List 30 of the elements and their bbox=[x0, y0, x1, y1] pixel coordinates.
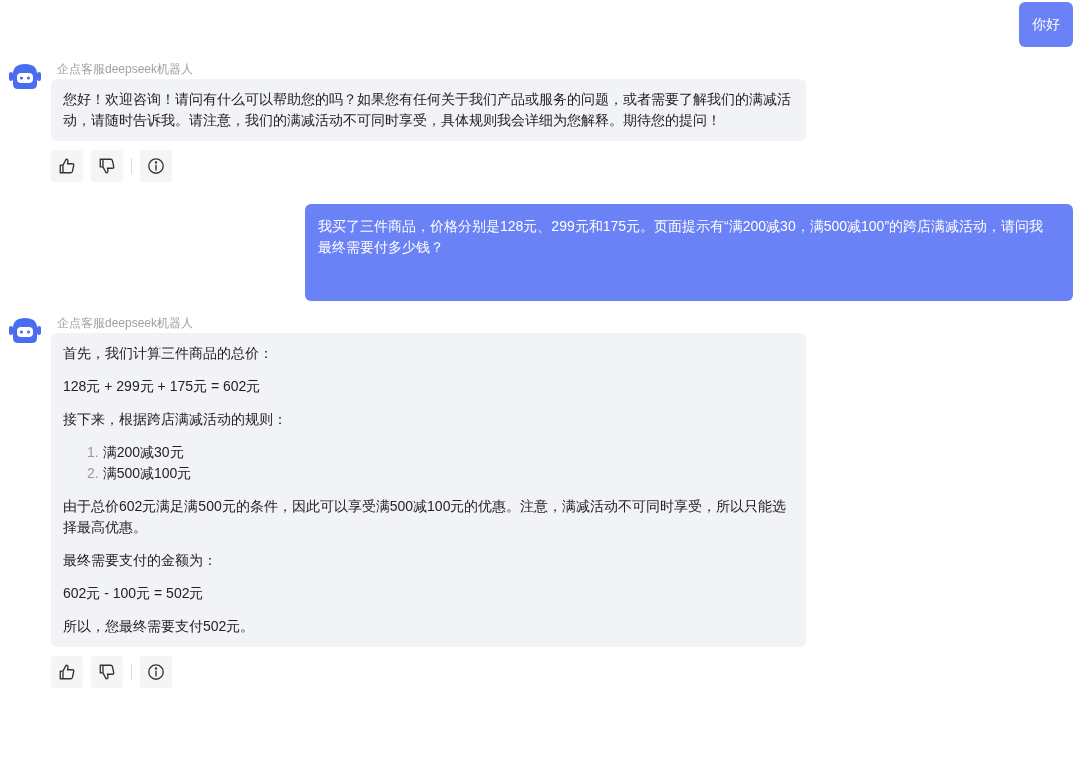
info-icon bbox=[147, 157, 165, 175]
message-paragraph: 最终需要支付的金额为： bbox=[63, 551, 218, 570]
message-paragraph: 128元 + 299元 + 175元 = 602元 bbox=[63, 377, 262, 396]
sender-name: 企点客服deepseek机器人 bbox=[57, 61, 194, 77]
message-paragraph: 您好！欢迎咨询！请问有什么可以帮助您的吗？如果您有任何关于我们产品或服务的问题，或者需要了解我们的满减活动，请随时告诉我。请注意，我们的满减活动不可同时享受，具体规则我会详细为您解释。期待您的提问！ bbox=[63, 90, 792, 130]
thumbs-down-button[interactable] bbox=[91, 656, 123, 688]
message-paragraph: 首先，我们计算三件商品的总价： bbox=[63, 344, 274, 363]
message-paragraph: 602元 - 100元 = 502元 bbox=[63, 584, 205, 603]
thumbs-down-icon bbox=[98, 663, 116, 681]
list-number: 1. bbox=[87, 443, 99, 462]
sender-name: 企点客服deepseek机器人 bbox=[57, 315, 194, 331]
message-paragraph: 由于总价602元满足满500元的条件，因此可以享受满500减100元的优惠。注意，满减活动不可同时享受，所以只能选择最高优惠。 bbox=[63, 497, 788, 537]
robot-avatar-icon bbox=[9, 316, 41, 344]
thumbs-down-button[interactable] bbox=[91, 150, 123, 182]
info-button[interactable] bbox=[140, 150, 172, 182]
list-number: 2. bbox=[87, 464, 99, 483]
message-paragraph: 接下来，根据跨店满减活动的规则： bbox=[63, 410, 288, 429]
info-button[interactable] bbox=[140, 656, 172, 688]
message-paragraph: 所以，您最终需要支付502元。 bbox=[63, 617, 256, 636]
info-icon bbox=[147, 663, 165, 681]
list-item-text: 满200减30元 bbox=[102, 443, 184, 462]
thumbs-up-button[interactable] bbox=[51, 656, 83, 688]
list-item-text: 满500减100元 bbox=[102, 464, 192, 483]
user-message: 我买了三件商品，价格分别是128元、299元和175元。页面提示有“满200减30，满500减100”的跨店满减活动，请问我最终需要付多少钱？ bbox=[305, 204, 1073, 301]
thumbs-up-icon bbox=[58, 157, 76, 175]
thumbs-up-button[interactable] bbox=[51, 150, 83, 182]
robot-avatar-icon bbox=[9, 62, 41, 90]
thumbs-down-icon bbox=[98, 157, 116, 175]
user-message: 你好 bbox=[1019, 2, 1073, 47]
thumbs-up-icon bbox=[58, 663, 76, 681]
